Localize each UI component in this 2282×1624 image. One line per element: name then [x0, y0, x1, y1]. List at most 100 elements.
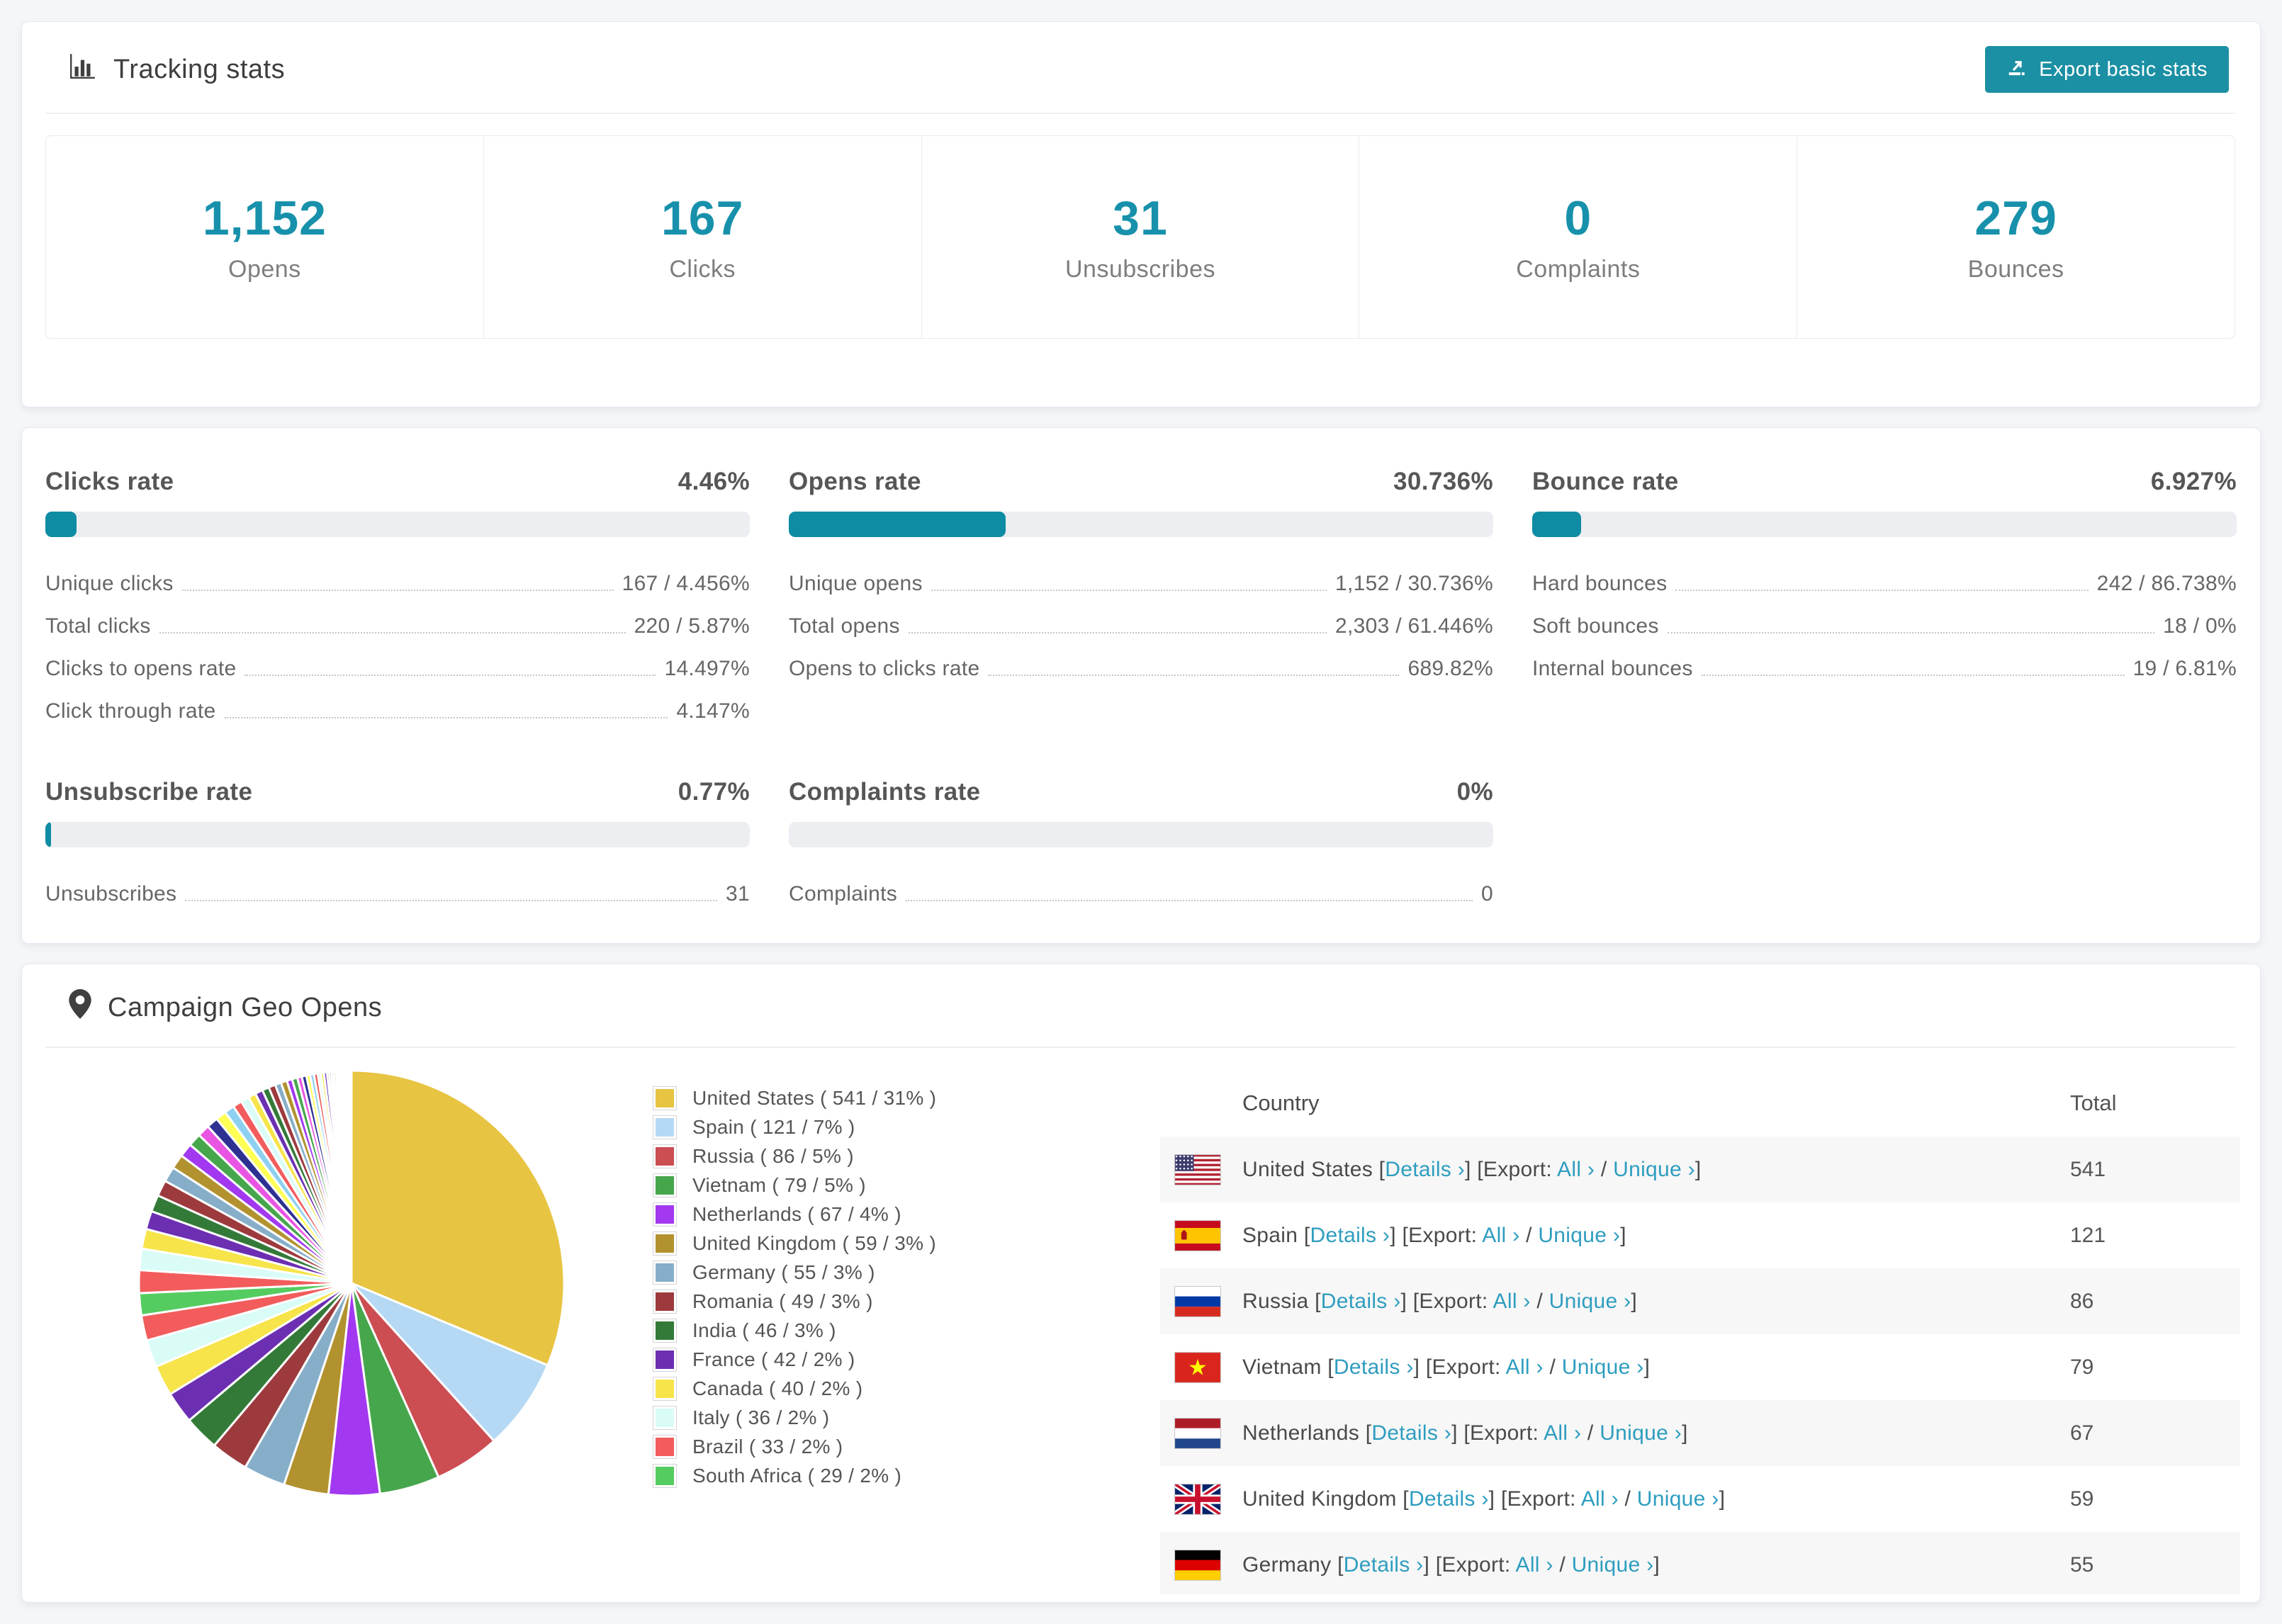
- vn-flag-icon: [1174, 1351, 1221, 1383]
- rate-value: 4.46%: [678, 468, 750, 495]
- rate-row-label: Clicks to opens rate: [45, 657, 237, 680]
- rate-row-value: 2,303 / 61.446%: [1334, 614, 1493, 638]
- export-all-link[interactable]: All ›: [1544, 1421, 1581, 1445]
- tracking-stats-title: Tracking stats: [68, 51, 285, 88]
- legend-item: United Kingdom ( 59 / 3% ): [653, 1229, 936, 1258]
- details-link[interactable]: Details ›: [1310, 1224, 1390, 1247]
- rate-row-clicks: Total clicks 220 / 5.87%: [45, 605, 750, 648]
- rate-row-value: 689.82%: [1407, 657, 1493, 680]
- details-link[interactable]: Details ›: [1321, 1290, 1401, 1313]
- summary-label-bounces: Bounces: [1967, 256, 2064, 283]
- export-unique-link[interactable]: Unique ›: [1572, 1553, 1654, 1577]
- rate-row-clicks: Click through rate 4.147%: [45, 690, 750, 733]
- summary-row: 1,152 Opens 167 Clicks 31 Unsubscribes 0…: [45, 135, 2235, 339]
- summary-label-complaints: Complaints: [1516, 256, 1641, 283]
- rate-title: Bounce rate: [1532, 468, 1679, 495]
- rate-row-value: 167 / 4.456%: [622, 572, 750, 595]
- country-cell: Russia [Details ›] [Export: All › / Uniq…: [1160, 1285, 2053, 1317]
- page-title: Tracking stats: [113, 54, 286, 84]
- legend-swatch: [653, 1086, 677, 1110]
- country-cell: Spain [Details ›] [Export: All › / Uniqu…: [1160, 1219, 2053, 1251]
- rate-row-bounce: Hard bounces 242 / 86.738%: [1532, 563, 2237, 605]
- details-link[interactable]: Details ›: [1409, 1487, 1489, 1511]
- country-links: Germany [Details ›] [Export: All › / Uni…: [1242, 1552, 1660, 1577]
- legend-item: Netherlands ( 67 / 4% ): [653, 1200, 936, 1229]
- legend-item: Germany ( 55 / 3% ): [653, 1258, 936, 1287]
- export-all-link[interactable]: All ›: [1557, 1158, 1595, 1181]
- legend-label: Romania ( 49 / 3% ): [692, 1290, 873, 1312]
- rate-head-clicks: Clicks rate 4.46%: [45, 468, 750, 496]
- rate-head-unsubscribe: Unsubscribe rate 0.77%: [45, 778, 750, 806]
- rate-row-value: 242 / 86.738%: [2096, 572, 2237, 595]
- export-all-link[interactable]: All ›: [1516, 1553, 1553, 1577]
- summary-value-complaints: 0: [1564, 191, 1592, 245]
- country-cell: Vietnam [Details ›] [Export: All › / Uni…: [1160, 1351, 2053, 1383]
- legend-label: Netherlands ( 67 / 4% ): [692, 1202, 901, 1225]
- details-link[interactable]: Details ›: [1371, 1421, 1451, 1445]
- export-all-link[interactable]: All ›: [1506, 1355, 1544, 1379]
- summary-card-bounces: 279 Bounces: [1797, 136, 2235, 338]
- rate-progress-track: [45, 822, 750, 847]
- details-link[interactable]: Details ›: [1344, 1553, 1424, 1577]
- rate-progress-fill: [1532, 512, 1581, 537]
- geo-opens-pie-chart: [137, 1069, 566, 1497]
- summary-card-complaints: 0 Complaints: [1359, 136, 1797, 338]
- rate-progress-track: [1532, 512, 2237, 537]
- summary-value-clicks: 167: [661, 191, 744, 245]
- export-unique-link[interactable]: Unique ›: [1538, 1224, 1620, 1247]
- export-all-link[interactable]: All ›: [1482, 1224, 1519, 1247]
- rate-row-clicks: Clicks to opens rate 14.497%: [45, 648, 750, 690]
- rate-progress-fill: [45, 512, 77, 537]
- rate-row-value: 19 / 6.81%: [2132, 657, 2237, 680]
- rate-row-value: 31: [726, 882, 750, 906]
- legend-label: Brazil ( 33 / 2% ): [692, 1435, 843, 1457]
- rate-row-label: Total opens: [789, 614, 900, 638]
- details-link[interactable]: Details ›: [1385, 1158, 1465, 1181]
- total-cell: 541: [2070, 1157, 2106, 1181]
- summary-value-unsubscribes: 31: [1113, 191, 1168, 245]
- rate-value: 6.927%: [2150, 468, 2237, 495]
- rate-row-label: Internal bounces: [1532, 657, 1693, 680]
- export-unique-link[interactable]: Unique ›: [1637, 1487, 1719, 1511]
- legend-swatch: [653, 1260, 677, 1285]
- rate-row-value: 18 / 0%: [2163, 614, 2237, 638]
- ru-flag-icon: [1174, 1285, 1221, 1317]
- country-links: Netherlands [Details ›] [Export: All › /…: [1242, 1421, 1688, 1445]
- rate-rows: Complaints 0: [789, 873, 1493, 915]
- legend-label: Russia ( 86 / 5% ): [692, 1144, 854, 1167]
- export-all-link[interactable]: All ›: [1493, 1290, 1531, 1313]
- legend-label: Italy ( 36 / 2% ): [692, 1406, 830, 1428]
- export-basic-stats-button[interactable]: Export basic stats: [1985, 46, 2229, 93]
- geo-table-row-vn: Vietnam [Details ›] [Export: All › / Uni…: [1160, 1334, 2240, 1400]
- legend-label: South Africa ( 29 / 2% ): [692, 1464, 902, 1487]
- summary-value-opens: 1,152: [202, 191, 327, 245]
- country-cell: United Kingdom [Details ›] [Export: All …: [1160, 1480, 2053, 1518]
- export-unique-link[interactable]: Unique ›: [1600, 1421, 1682, 1445]
- country-cell: Netherlands [Details ›] [Export: All › /…: [1160, 1417, 2053, 1449]
- legend-label: India ( 46 / 3% ): [692, 1319, 836, 1341]
- rate-block-complaints: Complaints rate 0% Complaints 0: [789, 778, 1493, 915]
- legend-item: Brazil ( 33 / 2% ): [653, 1432, 936, 1461]
- tracking-stats-card: Tracking stats Export basic stats 1,152 …: [21, 21, 2261, 407]
- export-all-link[interactable]: All ›: [1581, 1487, 1619, 1511]
- export-unique-link[interactable]: Unique ›: [1613, 1158, 1695, 1181]
- rate-row-complaints: Complaints 0: [789, 873, 1493, 915]
- rate-title: Clicks rate: [45, 468, 174, 495]
- details-link[interactable]: Details ›: [1334, 1355, 1414, 1379]
- rate-row-value: 0: [1481, 882, 1493, 906]
- summary-value-bounces: 279: [1974, 191, 2057, 245]
- geo-table-row-gb: United Kingdom [Details ›] [Export: All …: [1160, 1466, 2240, 1532]
- country-links: United Kingdom [Details ›] [Export: All …: [1242, 1487, 1726, 1511]
- rate-row-opens: Unique opens 1,152 / 30.736%: [789, 563, 1493, 605]
- legend-label: Germany ( 55 / 3% ): [692, 1261, 875, 1283]
- us-flag-icon: [1174, 1154, 1221, 1185]
- country-column-header: Country: [1242, 1090, 1320, 1115]
- export-unique-link[interactable]: Unique ›: [1562, 1355, 1644, 1379]
- total-cell: 86: [2070, 1289, 2094, 1313]
- rate-row-value: 1,152 / 30.736%: [1334, 572, 1493, 595]
- export-unique-link[interactable]: Unique ›: [1549, 1290, 1631, 1313]
- legend-item: South Africa ( 29 / 2% ): [653, 1461, 936, 1490]
- dotted-leader: [224, 717, 668, 718]
- dotted-leader: [931, 590, 1327, 591]
- total-cell: 55: [2070, 1552, 2094, 1577]
